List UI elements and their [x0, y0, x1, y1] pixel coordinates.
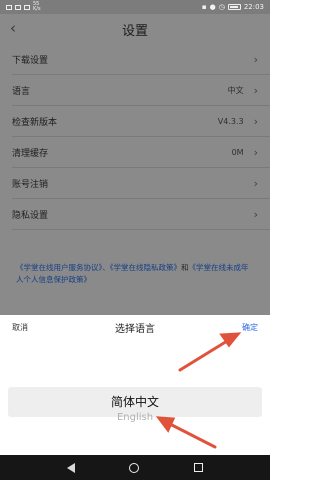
row-value: 中文 [227, 86, 244, 95]
sheet-toolbar: 取消 选择语言 确定 [0, 315, 270, 340]
privacy-policy-link[interactable]: 《学堂在线隐私政策》 [110, 263, 181, 272]
page-title: 设置 [121, 23, 148, 39]
confirm-button[interactable]: 确定 [242, 322, 258, 333]
row-privacy-settings[interactable]: 隐私设置 › [0, 199, 270, 230]
chevron-right-icon: › [253, 115, 258, 128]
option-english[interactable]: English [0, 412, 270, 423]
alarm-icon: ◷ [218, 3, 225, 11]
settings-header: ‹ 设置 [0, 14, 270, 44]
user-agreement-link[interactable]: 《学堂在线用户服务协议》 [16, 263, 102, 272]
nav-home-icon[interactable] [129, 462, 140, 473]
row-check-version[interactable]: 检查新版本 V4.3.3 › [0, 106, 270, 137]
location-icon: ● [209, 3, 216, 11]
nav-recent-icon[interactable] [193, 463, 203, 472]
nfc-icon: ▪ [201, 3, 207, 11]
status-right: ▪ ● ◷ 87 22:03 [202, 3, 264, 11]
language-picker-sheet: 取消 选择语言 确定 简体中文 English [0, 315, 270, 455]
status-left: 55 K/s [6, 2, 41, 12]
policy-links: 《学堂在线用户服务协议》、《学堂在线隐私政策》和《学堂在线未成年人个人信息保护政… [0, 262, 270, 286]
clock: 22:03 [243, 3, 264, 11]
chevron-right-icon: › [253, 53, 258, 66]
row-label: 检查新版本 [12, 118, 58, 128]
chevron-right-icon: › [253, 146, 258, 159]
row-label: 清理缓存 [12, 149, 49, 159]
row-label: 下载设置 [12, 56, 49, 66]
option-simplified-chinese[interactable]: 简体中文 [0, 393, 270, 410]
signal-icon [15, 4, 21, 10]
policy-separator: 、 [102, 263, 110, 272]
chevron-right-icon: › [253, 208, 258, 221]
nav-back-icon[interactable] [67, 462, 76, 473]
chevron-right-icon: › [253, 177, 258, 190]
status-bar: 55 K/s ▪ ● ◷ 87 22:03 [0, 0, 270, 14]
settings-page: ‹ 设置 下载设置 › 语言 中文 › 检查新版本 V4.3.3 › 清理缓存 … [0, 14, 270, 315]
row-label: 隐私设置 [12, 211, 49, 221]
system-nav-bar [0, 455, 270, 480]
row-value: 0M [231, 148, 244, 157]
row-clear-cache[interactable]: 清理缓存 0M › [0, 137, 270, 168]
back-icon[interactable]: ‹ [10, 19, 16, 37]
row-value: V4.3.3 [217, 117, 244, 126]
row-label: 语言 [12, 87, 31, 97]
net-speed: 55 K/s [33, 1, 41, 12]
wifi-icon [24, 4, 30, 10]
row-language[interactable]: 语言 中文 › [0, 75, 270, 106]
cancel-button[interactable]: 取消 [12, 322, 28, 333]
row-download-settings[interactable]: 下载设置 › [0, 44, 270, 75]
policy-and-text: 和 [181, 263, 189, 272]
row-label: 账号注销 [12, 180, 49, 190]
sheet-title: 选择语言 [115, 324, 155, 335]
chevron-right-icon: › [253, 84, 258, 97]
row-account-cancel[interactable]: 账号注销 › [0, 168, 270, 199]
battery-icon [227, 4, 241, 10]
sim-icon [6, 4, 12, 10]
